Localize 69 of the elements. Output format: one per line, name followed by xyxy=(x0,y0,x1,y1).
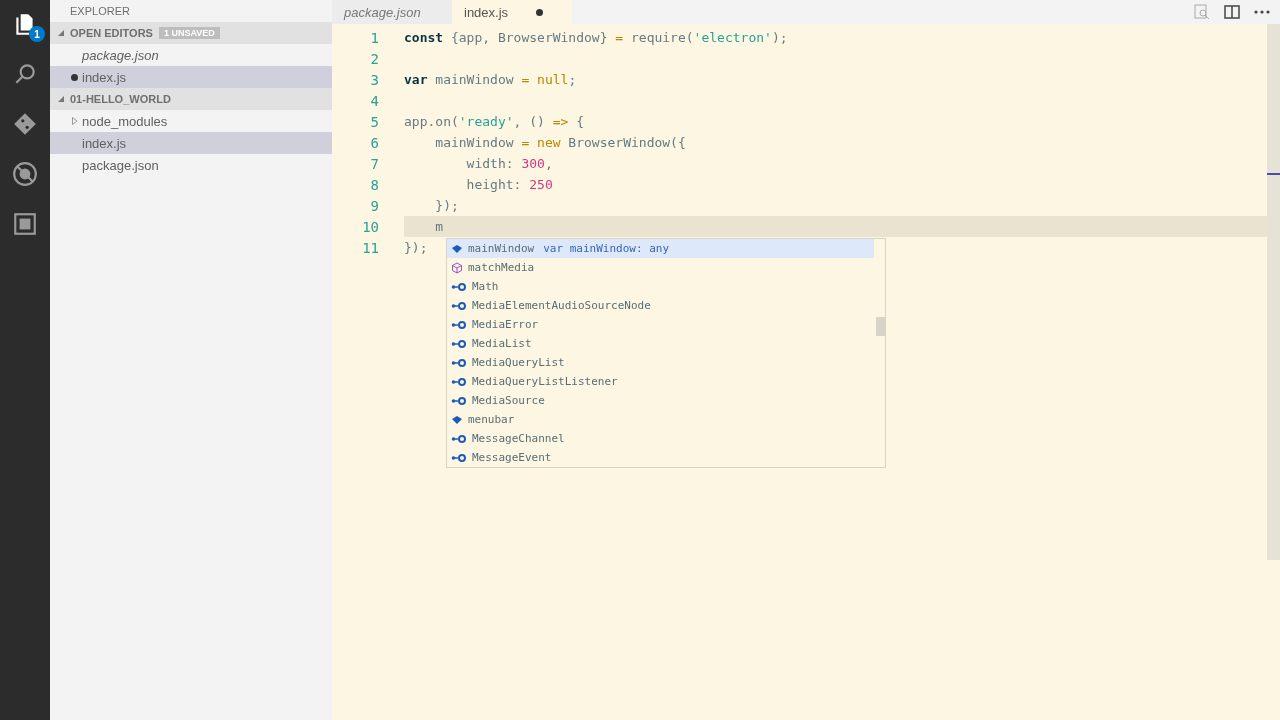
suggestion-item[interactable]: MediaElementAudioSourceNode xyxy=(447,296,874,315)
section-header[interactable]: 01-HELLO_WORLD xyxy=(50,88,332,110)
dot-ring-icon xyxy=(451,395,467,406)
code-line: app.on('ready', () => { xyxy=(404,113,585,131)
line-number: 11 xyxy=(361,239,379,256)
line-number: 7 xyxy=(369,155,379,172)
suggestion-item[interactable]: MediaError xyxy=(447,315,874,334)
suggestion-item[interactable]: MediaQueryListListener xyxy=(447,372,874,391)
section-title: OPEN EDITORS xyxy=(70,27,153,39)
dot-ring-icon xyxy=(451,357,467,368)
file-item[interactable]: index.js xyxy=(50,132,332,154)
code-line: const {app, BrowserWindow} = require('electron'); xyxy=(404,29,788,47)
suggestion-item[interactable]: menubar xyxy=(447,410,874,429)
cube-icon xyxy=(451,414,463,425)
line-number: 8 xyxy=(369,176,379,193)
debug-icon xyxy=(12,161,38,187)
cursor-marker xyxy=(1267,173,1280,175)
code-line: height: 250 xyxy=(465,176,553,194)
dot-ring-icon xyxy=(451,338,467,349)
count-badge: 1 xyxy=(29,26,45,42)
line-number: 10 xyxy=(361,218,379,235)
dot-ring-icon xyxy=(451,452,467,463)
triangle-down-icon xyxy=(58,30,64,36)
triangle-down-icon xyxy=(58,96,64,102)
suggestion-item[interactable]: MediaSource xyxy=(447,391,874,410)
code-line: }); xyxy=(404,239,428,257)
dot-ring-icon xyxy=(451,281,467,292)
file-item[interactable]: package.json xyxy=(50,44,332,66)
suggestion-item[interactable]: MessageEvent xyxy=(447,448,874,467)
line-number: 1 xyxy=(369,29,379,46)
extensions-icon xyxy=(12,211,38,237)
suggestion-item[interactable]: mainWindow var mainWindow: any xyxy=(447,239,874,258)
line-number: 6 xyxy=(369,134,379,151)
line-number: 2 xyxy=(369,50,379,67)
split-editor-icon[interactable] xyxy=(1224,5,1240,19)
git-icon xyxy=(12,111,38,137)
line-number: 5 xyxy=(369,113,379,130)
code-line: m xyxy=(434,218,444,236)
code-line: width: 300, xyxy=(465,155,553,173)
section-header[interactable]: OPEN EDITORS 1 UNSAVED xyxy=(50,22,332,44)
suggestion-item[interactable]: matchMedia xyxy=(447,258,874,277)
code-line: var mainWindow = null; xyxy=(404,71,577,89)
code-line: mainWindow = new BrowserWindow({ xyxy=(434,134,686,152)
editor-tab[interactable]: package.json xyxy=(332,0,452,24)
section-title: 01-HELLO_WORLD xyxy=(70,93,171,105)
unsaved-badge: 1 UNSAVED xyxy=(158,27,220,39)
more-icon[interactable] xyxy=(1254,10,1270,14)
line-number: 9 xyxy=(369,197,379,214)
scrollbar-thumb[interactable] xyxy=(876,317,885,336)
line-number: 3 xyxy=(369,71,379,88)
suggestion-item[interactable]: Math xyxy=(447,277,874,296)
suggestion-item[interactable]: MessageChannel xyxy=(447,429,874,448)
dot-ring-icon xyxy=(451,433,467,444)
cube-icon xyxy=(451,243,463,254)
suggestion-detail: var mainWindow: any xyxy=(543,242,670,255)
sidebar-title: EXPLORER xyxy=(69,4,131,19)
line-number: 4 xyxy=(369,92,379,109)
file-item[interactable]: index.js xyxy=(50,66,332,88)
suggestion-item[interactable]: MediaQueryList xyxy=(447,353,874,372)
scrollbar[interactable] xyxy=(1267,24,1280,560)
dot-ring-icon xyxy=(451,376,467,387)
dot-ring-icon xyxy=(451,300,467,311)
file-item[interactable]: package.json xyxy=(50,154,332,176)
cube-outline-icon xyxy=(451,261,463,274)
suggestion-item[interactable]: MediaList xyxy=(447,334,874,353)
editor-tab[interactable]: index.js xyxy=(452,0,572,24)
file-item[interactable]: node_modules xyxy=(50,110,332,132)
dot-ring-icon xyxy=(451,319,467,330)
code-line: }); xyxy=(434,197,459,215)
